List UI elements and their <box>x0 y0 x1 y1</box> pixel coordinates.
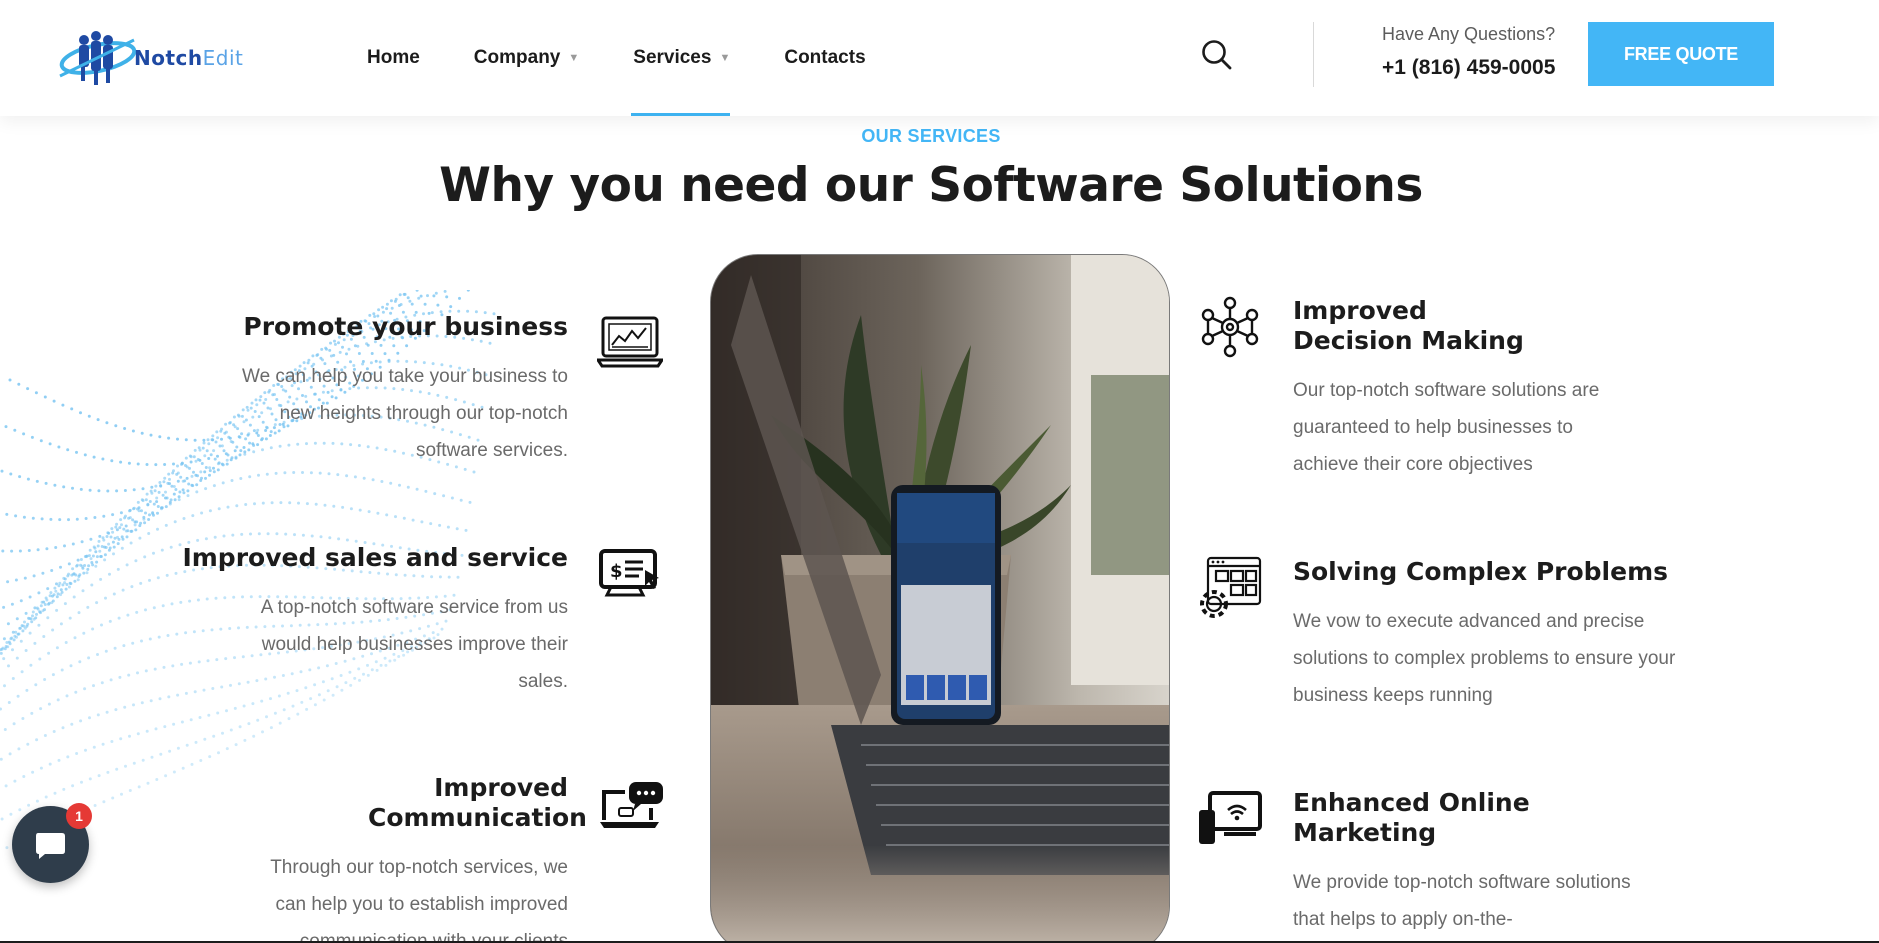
logo-text-secondary: Edit <box>202 46 244 70</box>
nav-item-label: Company <box>473 47 561 68</box>
caret-down-icon: ▼ <box>719 52 731 64</box>
chat-notification-badge: 1 <box>66 803 92 829</box>
feature-improved-communication: Improved Communication Through our top-n… <box>148 773 587 943</box>
search-button[interactable] <box>1200 38 1234 72</box>
logo[interactable]: NotchEdit <box>58 26 248 90</box>
caret-down-icon: ▼ <box>568 52 580 64</box>
nav-item-services[interactable]: Services ▼ <box>606 0 757 116</box>
free-quote-button[interactable]: FREE QUOTE <box>1588 22 1774 86</box>
active-nav-indicator <box>631 113 730 116</box>
feature-text: We vow to execute advanced and precise s… <box>1293 611 1676 706</box>
svg-text:$: $ <box>610 561 623 582</box>
feature-improved-sales: Improved sales and service A top-notch s… <box>148 543 568 700</box>
feature-text: A top-notch software service from us wou… <box>260 597 568 692</box>
site-header: NotchEdit Home Company ▼ Services ▼ Cont… <box>0 0 1879 116</box>
logo-text-primary: Notch <box>134 46 203 70</box>
section-title: Why you need our Software Solutions <box>439 158 1423 213</box>
nav-item-label: Contacts <box>784 47 866 68</box>
feature-decision-making: Improved Decision Making Our top-notch s… <box>1293 296 1673 483</box>
monitor-dollar-icon: $ <box>597 548 663 608</box>
nav-item-label: Home <box>367 47 420 68</box>
laptop-plant-photo <box>710 254 1170 943</box>
nav-item-home[interactable]: Home <box>340 0 447 116</box>
main-nav: Home Company ▼ Services ▼ Contacts <box>340 0 893 116</box>
feature-online-marketing: Enhanced Online Marketing We provide top… <box>1293 788 1673 938</box>
section-eyebrow: OUR SERVICES <box>861 126 1001 146</box>
network-nodes-icon <box>1199 296 1265 358</box>
feature-text: Through our top-notch services, we can h… <box>270 857 568 943</box>
feature-text: Our top-notch software solutions are gua… <box>1293 380 1600 475</box>
phone-number[interactable]: +1 (816) 459-0005 <box>1382 56 1555 80</box>
feature-complex-problems: Solving Complex Problems We vow to execu… <box>1293 557 1675 714</box>
feature-promote-business: Promote your business We can help you ta… <box>148 312 568 469</box>
feature-text: We can help you take your business to ne… <box>241 366 568 461</box>
header-divider <box>1313 22 1314 87</box>
nav-item-contacts[interactable]: Contacts <box>757 0 892 116</box>
feature-title: Enhanced Online Marketing <box>1293 788 1530 847</box>
feature-title: Solving Complex Problems <box>1293 557 1669 586</box>
laptop-chat-icon <box>599 780 665 840</box>
feature-title: Promote your business <box>243 312 568 341</box>
browser-gear-icon <box>1198 556 1264 618</box>
laptop-chart-icon <box>595 314 665 374</box>
feature-title: Improved Decision Making <box>1293 296 1524 355</box>
nav-item-label: Services <box>633 47 712 68</box>
feature-title: Improved sales and service <box>182 543 568 572</box>
questions-label: Have Any Questions? <box>1382 24 1556 44</box>
nav-item-company[interactable]: Company ▼ <box>447 0 606 116</box>
search-icon <box>1202 40 1232 70</box>
monitor-wifi-icon <box>1198 790 1264 850</box>
logo-emblem-icon <box>59 31 137 85</box>
feature-title: Improved Communication <box>368 773 587 832</box>
feature-text: We provide top-notch software solutions … <box>1293 872 1631 930</box>
